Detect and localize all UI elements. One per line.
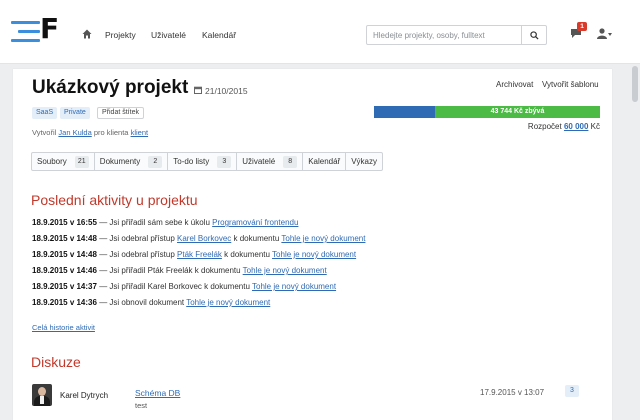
tab-reports[interactable]: Výkazy [346,153,382,170]
activity-link[interactable]: Karel Borkovec [177,234,231,243]
search-icon [530,31,539,40]
tab-count: 21 [74,155,89,168]
activity-link[interactable]: Tohle je nový dokument [186,298,270,307]
create-template-link[interactable]: Vytvořit šablonu [542,80,599,89]
activity-item: 18.9.2015 v 14:48 — Jsi odebral přístup … [32,250,357,259]
app-logo[interactable]: F [11,15,61,45]
search-button[interactable] [521,25,547,45]
tab-users[interactable]: Uživatelé 8 [237,153,304,170]
page-title: Ukázkový projekt [32,77,189,98]
scrollbar-thumb[interactable] [632,66,638,102]
activity-history-link[interactable]: Celá historie aktivit [32,323,95,332]
budget-spent-bar [374,106,435,118]
discussion-comment-count: 3 [565,385,579,397]
tab-count: 2 [148,155,163,168]
nav-users[interactable]: Uživatelé [151,30,186,40]
activity-item: 18.9.2015 v 14:46 — Jsi přiřadil Pták Fr… [32,266,327,275]
activity-item: 18.9.2015 v 14:48 — Jsi odebral přístup … [32,234,366,243]
creator-prefix: Vytvořil [32,128,57,137]
tab-count: 3 [217,155,232,168]
project-creator: Vytvořil Jan Kulda pro klienta klient [32,128,148,137]
tab-files[interactable]: Soubory 21 [32,153,95,170]
activity-link[interactable]: Tohle je nový dokument [243,266,327,275]
activity-link[interactable]: Pták Freelák [177,250,222,259]
discussion-topic-link[interactable]: Schéma DB [135,388,180,398]
chevron-down-icon[interactable] [608,33,612,36]
budget-progress: 43 744 Kč zbývá [374,106,600,118]
discussion-title: Diskuze [31,354,81,370]
tab-documents[interactable]: Dokumenty 2 [95,153,169,170]
activity-link[interactable]: Tohle je nový dokument [272,250,356,259]
budget-remaining-bar: 43 744 Kč zbývá [435,106,600,118]
budget-amount-link[interactable]: 60 000 [564,122,588,131]
tab-calendar[interactable]: Kalendář [303,153,347,170]
project-card [13,69,612,420]
budget-prefix: Rozpočet [527,122,562,131]
activities-title: Poslední aktivity u projektu [31,192,198,208]
budget-currency: Kč [590,122,600,131]
nav-projects[interactable]: Projekty [105,30,136,40]
discussion-snippet: test [135,401,148,410]
add-tag-button[interactable]: Přidat štítek [97,107,144,119]
archive-link[interactable]: Archivovat [496,80,533,89]
calendar-icon [194,86,202,94]
tab-todo-lists[interactable]: To-do listy 3 [168,153,238,170]
activity-item: 18.9.2015 v 14:36 — Jsi obnovil dokument… [32,298,271,307]
search-input[interactable] [366,25,522,45]
activity-item: 18.9.2015 v 14:37 — Jsi přiřadil Karel B… [32,282,337,291]
tab-count: 8 [283,155,298,168]
project-date: 21/10/2015 [205,86,248,96]
nav-calendar[interactable]: Kalendář [202,30,236,40]
activity-link[interactable]: Programování frontendu [212,218,298,227]
user-icon[interactable] [597,28,607,39]
discussion-date: 17.9.2015 v 13:07 [480,388,545,397]
project-tabs: Soubory 21 Dokumenty 2 To-do listy 3 Uživat… [31,152,384,171]
creator-link[interactable]: Jan Kulda [58,128,91,137]
home-icon[interactable] [82,29,92,39]
creator-mid: pro klienta [93,128,129,137]
client-link[interactable]: klient [131,128,149,137]
tag-private[interactable]: Private [60,107,90,119]
activity-link[interactable]: Tohle je nový dokument [252,282,336,291]
budget-line: Rozpočet 60 000 Kč [528,122,600,131]
discussion-author: Karel Dytrych [60,391,109,400]
notification-badge: 1 [577,22,587,31]
page-scrollbar[interactable] [630,64,640,420]
avatar[interactable] [32,384,52,406]
tag-saas[interactable]: SaaS [32,107,58,119]
top-navbar: F Projekty Uživatelé Kalendář 1 [0,0,640,64]
activity-item: 18.9.2015 v 16:55 — Jsi přiřadil sám seb… [32,218,299,227]
activity-link[interactable]: Tohle je nový dokument [281,234,365,243]
